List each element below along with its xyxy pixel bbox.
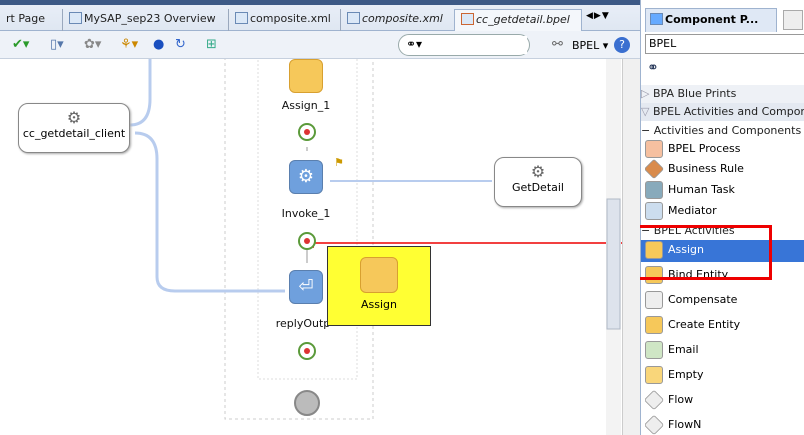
tab-composite-1[interactable]: composite.xml bbox=[228, 9, 337, 31]
item-label: BPEL Process bbox=[668, 142, 741, 155]
group-label: BPEL Activities and Components bbox=[652, 105, 804, 118]
drag-assign-preview: Assign bbox=[327, 246, 431, 326]
flag-icon: ⚑ bbox=[334, 156, 344, 169]
bpel-canvas[interactable]: ⚙ cc_getdetail_client Assign_1 ⚙ ⚑ Invok… bbox=[0, 59, 622, 435]
search-input[interactable] bbox=[437, 36, 527, 54]
tab-cc-getdetail-bpel[interactable]: cc_getdetail.bpel bbox=[454, 9, 582, 31]
group-label: BPA Blue Prints bbox=[652, 87, 737, 100]
human-task-icon bbox=[645, 181, 663, 199]
validate-icon[interactable]: ✔▾ bbox=[12, 37, 29, 52]
palette-item-bpel-process[interactable]: BPEL Process bbox=[645, 139, 804, 159]
item-label: Business Rule bbox=[668, 162, 744, 175]
mediator-icon bbox=[645, 202, 663, 220]
bpel-process-icon bbox=[645, 140, 663, 158]
resource-tab[interactable] bbox=[783, 10, 803, 30]
info-icon[interactable]: ● bbox=[153, 37, 164, 52]
mode-dropdown[interactable]: BPEL ▾ bbox=[572, 39, 608, 52]
tab-start-page[interactable]: rt Page bbox=[0, 9, 51, 31]
flow-icon bbox=[645, 390, 665, 410]
tab-label: cc_getdetail.bpel bbox=[476, 13, 570, 26]
item-label: FlowN bbox=[668, 418, 702, 431]
palette-item-flow[interactable]: Flow bbox=[645, 390, 804, 410]
composite-icon bbox=[235, 12, 248, 24]
node-label: GetDetail bbox=[511, 181, 564, 194]
palette-search-input[interactable] bbox=[665, 58, 804, 80]
binoculars-icon: ⚭ bbox=[647, 60, 659, 76]
palette-item-email[interactable]: Email bbox=[645, 340, 804, 360]
item-label: Compensate bbox=[668, 293, 738, 306]
refresh-icon[interactable]: ↻ bbox=[175, 37, 186, 52]
assign-icon bbox=[360, 257, 398, 293]
palette-item-business-rule[interactable]: Business Rule bbox=[645, 159, 804, 179]
invoke-1-activity[interactable]: ⚙ bbox=[289, 160, 323, 194]
mode-label: BPEL bbox=[572, 39, 600, 52]
palette-item-create-entity[interactable]: Create Entity bbox=[645, 315, 804, 335]
item-label: Flow bbox=[668, 393, 694, 406]
palette-dropdown[interactable]: BPEL bbox=[645, 34, 804, 54]
toolbar: ✔▾ ▯▾ ✿▾ ⚘▾ ● ↻ ⊞ ⚯ BPEL ▾ ? bbox=[0, 31, 640, 59]
overview-icon bbox=[69, 12, 82, 24]
reply-label: replyOutp bbox=[275, 317, 331, 330]
assign-1-label: Assign_1 bbox=[281, 99, 331, 112]
palette-item-flown[interactable]: FlowN bbox=[645, 415, 804, 435]
editor-tab-bar: rt Page MySAP_sep23 Overview composite.x… bbox=[0, 0, 640, 31]
composite-icon[interactable]: ⊞ bbox=[206, 37, 217, 52]
help-icon[interactable]: ? bbox=[614, 37, 630, 53]
compensate-icon bbox=[645, 291, 663, 309]
gear-icon: ⚙ bbox=[530, 162, 546, 181]
expand-icon: ▷ bbox=[641, 87, 653, 100]
tab-composite-2[interactable]: composite.xml bbox=[340, 9, 449, 31]
business-rule-icon bbox=[645, 159, 665, 179]
palette-item-empty[interactable]: Empty bbox=[645, 365, 804, 385]
item-label: Mediator bbox=[668, 204, 717, 217]
bpel-icon bbox=[461, 13, 474, 25]
deploy-icon[interactable]: ⚘▾ bbox=[120, 37, 138, 52]
item-label: Email bbox=[668, 343, 699, 356]
composite-icon bbox=[347, 12, 360, 24]
flown-icon bbox=[645, 415, 665, 435]
overview-margin bbox=[622, 59, 640, 435]
item-label: Human Task bbox=[668, 183, 735, 196]
palette-icon[interactable]: ✿▾ bbox=[84, 37, 101, 52]
tab-label: MySAP_sep23 Overview bbox=[84, 12, 216, 25]
binoculars-icon: ⚭▾ bbox=[406, 37, 423, 51]
component-palette: Component P... BPEL ⚭ ▷ BPA Blue Prints … bbox=[640, 0, 804, 435]
getdetail-node[interactable]: ⚙ GetDetail bbox=[494, 157, 582, 207]
empty-icon bbox=[645, 366, 663, 384]
node-label: cc_getdetail_client bbox=[22, 127, 126, 140]
palette-item-human-task[interactable]: Human Task bbox=[645, 180, 804, 200]
drag-label: Assign bbox=[361, 298, 397, 311]
palette-tab[interactable]: Component P... bbox=[645, 8, 777, 32]
group-bpel-activities-components[interactable]: ▽ BPEL Activities and Components bbox=[641, 103, 804, 121]
search-field[interactable]: ⚭▾ bbox=[398, 34, 530, 56]
assign-1-activity[interactable] bbox=[289, 59, 323, 93]
palette-title: Component P... bbox=[665, 13, 759, 26]
group-bpa-blue-prints[interactable]: ▷ BPA Blue Prints bbox=[641, 85, 804, 103]
highlight-box bbox=[628, 225, 772, 280]
item-label: Create Entity bbox=[668, 318, 741, 331]
section-activities-components: − Activities and Components bbox=[641, 124, 802, 137]
tab-label: composite.xml bbox=[250, 12, 331, 25]
drop-connector[interactable] bbox=[298, 342, 316, 360]
drop-connector[interactable] bbox=[298, 123, 316, 141]
drop-connector[interactable] bbox=[298, 232, 316, 250]
tab-scroll-buttons[interactable]: ◀▶▼ bbox=[586, 11, 610, 21]
tab-label: composite.xml bbox=[362, 12, 443, 25]
gear-icon: ⚙ bbox=[66, 108, 82, 127]
cc-getdetail-client-node[interactable]: ⚙ cc_getdetail_client bbox=[18, 103, 130, 153]
create-entity-icon bbox=[645, 316, 663, 334]
palette-icon bbox=[650, 13, 663, 25]
palette-item-mediator[interactable]: Mediator bbox=[645, 201, 804, 221]
view-icon[interactable]: ⚯ bbox=[552, 37, 563, 52]
section-label: Activities and Components bbox=[653, 124, 802, 137]
palette-item-compensate[interactable]: Compensate bbox=[645, 290, 804, 310]
email-icon bbox=[645, 341, 663, 359]
invoke-1-label: Invoke_1 bbox=[281, 207, 331, 220]
reply-output-activity[interactable]: ⏎ bbox=[289, 270, 323, 304]
tab-overview[interactable]: MySAP_sep23 Overview bbox=[62, 9, 222, 31]
collapse-icon: ▽ bbox=[641, 105, 653, 118]
item-label: Empty bbox=[668, 368, 704, 381]
bookmark-icon[interactable]: ▯▾ bbox=[50, 37, 64, 52]
